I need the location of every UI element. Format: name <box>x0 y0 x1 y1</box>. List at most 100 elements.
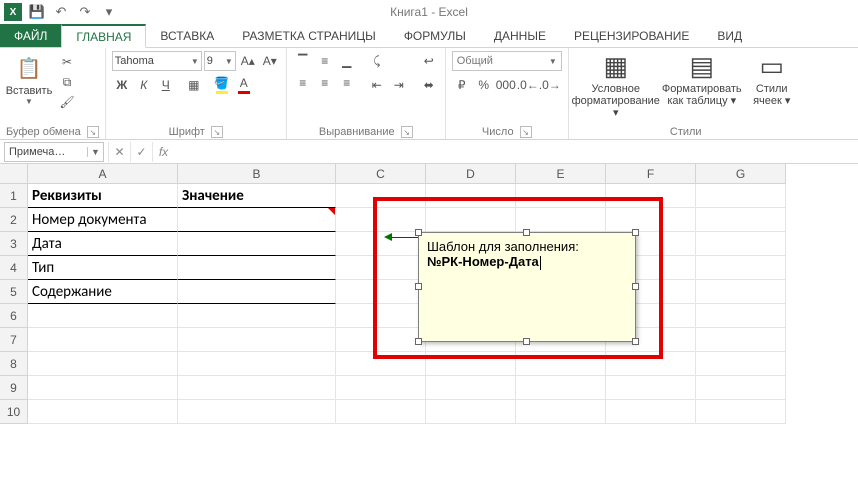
alignment-launcher-icon[interactable]: ↘ <box>401 126 413 138</box>
cell-G3[interactable] <box>696 232 786 256</box>
cell[interactable] <box>336 376 426 400</box>
percent-icon[interactable]: % <box>474 75 494 95</box>
borders-icon[interactable]: ▦ <box>184 75 204 95</box>
save-icon[interactable]: 💾 <box>26 1 48 23</box>
decrease-font-icon[interactable]: A▾ <box>260 51 280 71</box>
column-header[interactable]: A <box>28 164 178 184</box>
cell-B4[interactable] <box>178 256 336 280</box>
bold-button[interactable]: Ж <box>112 75 132 95</box>
tab-view[interactable]: ВИД <box>703 24 756 47</box>
number-format-select[interactable]: Общий▼ <box>452 51 562 71</box>
row-header[interactable]: 2 <box>0 208 28 232</box>
cell-C5[interactable] <box>336 280 426 304</box>
cell[interactable] <box>606 352 696 376</box>
row-header[interactable]: 1 <box>0 184 28 208</box>
worksheet[interactable]: A B C D E F G 1 Реквизиты Значение 2 Ном… <box>0 164 858 504</box>
resize-handle[interactable] <box>632 283 639 290</box>
format-as-table-button[interactable]: ▤ Форматировать как таблицу ▾ <box>661 51 743 107</box>
row-header[interactable]: 10 <box>0 400 28 424</box>
align-bottom-icon[interactable]: ▁ <box>337 51 357 71</box>
cell[interactable] <box>426 352 516 376</box>
merge-center-icon[interactable]: ⬌ <box>419 75 439 95</box>
cell[interactable] <box>426 400 516 424</box>
cell-D1[interactable] <box>426 184 516 208</box>
number-launcher-icon[interactable]: ↘ <box>520 126 532 138</box>
font-color-icon[interactable]: A <box>234 75 254 95</box>
align-middle-icon[interactable]: ≡ <box>315 51 335 71</box>
cell[interactable] <box>696 304 786 328</box>
cell[interactable] <box>336 328 426 352</box>
cell[interactable] <box>426 376 516 400</box>
qat-more-icon[interactable]: ▾ <box>98 1 120 23</box>
cell-D2[interactable] <box>426 208 516 232</box>
resize-handle[interactable] <box>632 338 639 345</box>
decrease-decimal-icon[interactable]: .0→ <box>540 75 560 95</box>
orientation-icon[interactable]: ⤹ <box>367 51 387 71</box>
underline-button[interactable]: Ч <box>156 75 176 95</box>
cell-B2[interactable] <box>178 208 336 232</box>
tab-page-layout[interactable]: РАЗМЕТКА СТРАНИЦЫ <box>228 24 390 47</box>
row-header[interactable]: 8 <box>0 352 28 376</box>
cell-A3[interactable]: Дата <box>28 232 178 256</box>
format-painter-icon[interactable]: 🖌 <box>58 93 76 111</box>
align-center-icon[interactable]: ≡ <box>315 73 335 93</box>
increase-decimal-icon[interactable]: .0← <box>518 75 538 95</box>
cell[interactable] <box>606 376 696 400</box>
row-header[interactable]: 5 <box>0 280 28 304</box>
cell-B1[interactable]: Значение <box>178 184 336 208</box>
cut-icon[interactable]: ✂ <box>58 53 76 71</box>
cell-G2[interactable] <box>696 208 786 232</box>
fx-icon[interactable]: fx <box>152 142 174 162</box>
cell[interactable] <box>28 376 178 400</box>
increase-indent-icon[interactable]: ⇥ <box>389 75 409 95</box>
row-header[interactable]: 3 <box>0 232 28 256</box>
redo-icon[interactable]: ↷ <box>74 1 96 23</box>
resize-handle[interactable] <box>415 338 422 345</box>
enter-icon[interactable]: ✓ <box>130 142 152 162</box>
column-header[interactable]: D <box>426 164 516 184</box>
italic-button[interactable]: К <box>134 75 154 95</box>
clipboard-launcher-icon[interactable]: ↘ <box>87 126 99 138</box>
resize-handle[interactable] <box>415 229 422 236</box>
cell[interactable] <box>28 328 178 352</box>
cell-B3[interactable] <box>178 232 336 256</box>
cell[interactable] <box>696 352 786 376</box>
row-header[interactable]: 6 <box>0 304 28 328</box>
comment-box[interactable]: Шаблон для заполнения: №РК-Номер-Дата <box>418 232 636 342</box>
name-box[interactable]: Примеча… ▼ <box>4 142 104 162</box>
row-header[interactable]: 7 <box>0 328 28 352</box>
cell[interactable] <box>28 352 178 376</box>
cell[interactable] <box>178 328 336 352</box>
cell[interactable] <box>696 376 786 400</box>
tab-data[interactable]: ДАННЫЕ <box>480 24 560 47</box>
cell-A1[interactable]: Реквизиты <box>28 184 178 208</box>
column-header[interactable]: F <box>606 164 696 184</box>
cell-F1[interactable] <box>606 184 696 208</box>
cell[interactable] <box>178 376 336 400</box>
cell[interactable] <box>28 400 178 424</box>
tab-home[interactable]: ГЛАВНАЯ <box>61 24 146 48</box>
resize-handle[interactable] <box>415 283 422 290</box>
cell[interactable] <box>696 328 786 352</box>
formula-input[interactable] <box>178 142 858 162</box>
copy-icon[interactable]: ⧉ <box>58 73 76 91</box>
cell[interactable] <box>516 352 606 376</box>
cell-G1[interactable] <box>696 184 786 208</box>
cell-B5[interactable] <box>178 280 336 304</box>
chevron-down-icon[interactable]: ▼ <box>87 147 103 157</box>
cell[interactable] <box>336 352 426 376</box>
undo-icon[interactable]: ↶ <box>50 1 72 23</box>
resize-handle[interactable] <box>523 338 530 345</box>
cell[interactable] <box>178 352 336 376</box>
cell[interactable] <box>28 304 178 328</box>
column-header[interactable]: E <box>516 164 606 184</box>
increase-font-icon[interactable]: A▴ <box>238 51 258 71</box>
comma-style-icon[interactable]: 000 <box>496 75 516 95</box>
cell-C2[interactable] <box>336 208 426 232</box>
row-header[interactable]: 4 <box>0 256 28 280</box>
currency-icon[interactable]: ₽ <box>452 75 472 95</box>
tab-insert[interactable]: ВСТАВКА <box>146 24 228 47</box>
conditional-formatting-button[interactable]: ▦ Условное форматирование ▾ <box>575 51 657 119</box>
wrap-text-icon[interactable]: ↩ <box>419 51 439 71</box>
column-header[interactable]: G <box>696 164 786 184</box>
